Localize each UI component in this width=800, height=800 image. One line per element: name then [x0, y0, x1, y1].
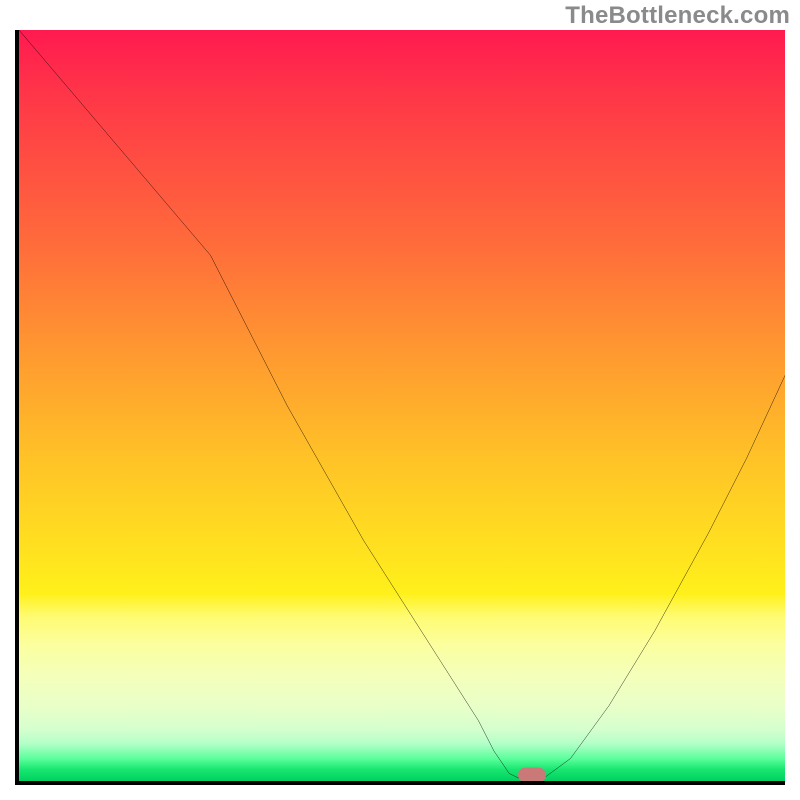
watermark-text: TheBottleneck.com	[565, 2, 790, 30]
plot-area	[15, 30, 785, 785]
optimal-point-marker	[518, 768, 546, 783]
bottleneck-chart: TheBottleneck.com	[0, 0, 800, 800]
bottleneck-curve	[19, 30, 785, 781]
